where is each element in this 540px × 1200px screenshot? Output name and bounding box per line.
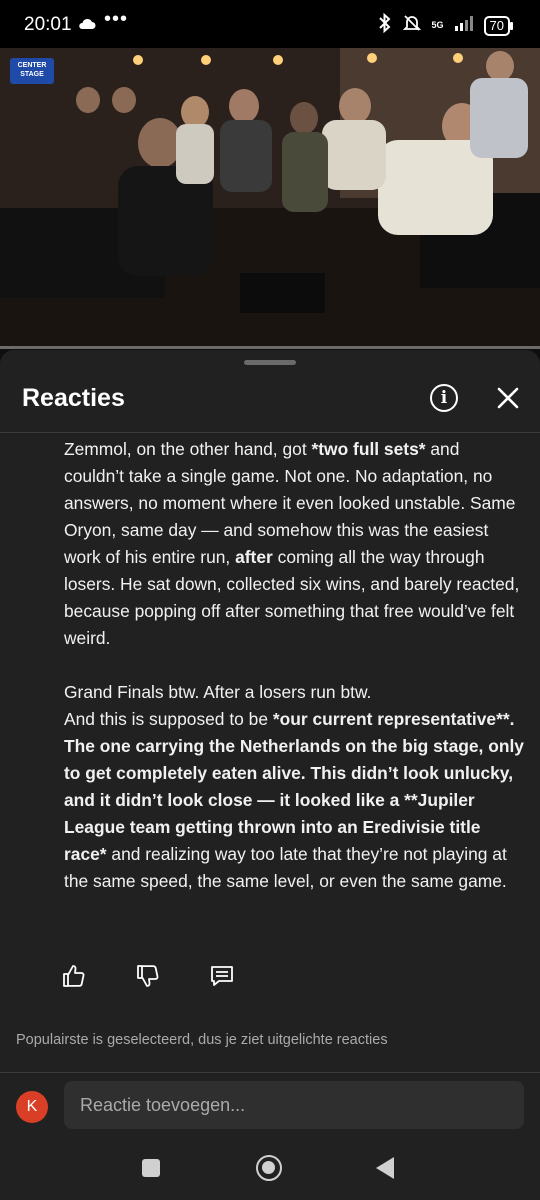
network-type: 5G (431, 20, 444, 30)
mute-icon (402, 13, 422, 38)
video-frame (0, 48, 540, 348)
system-nav-bar (0, 1138, 540, 1200)
footer-divider (0, 1072, 540, 1073)
video-progress-bar[interactable] (0, 346, 540, 349)
header-divider (0, 432, 540, 433)
comment-text: Zemmol, on the other hand, got *two full… (64, 436, 524, 895)
status-icons: 5G 70 (378, 12, 514, 38)
comment-actions (60, 962, 236, 990)
dislike-icon[interactable] (134, 962, 162, 990)
add-comment-input[interactable]: Reactie toevoegen... (64, 1081, 524, 1129)
back-button[interactable] (376, 1157, 394, 1179)
sheet-title: Reacties (22, 384, 125, 412)
comment-paragraph-2: Grand Finals btw. After a losers run btw… (64, 679, 524, 895)
sheet-header: Reacties i (0, 374, 540, 424)
cloud-icon (78, 17, 96, 35)
recents-button[interactable] (142, 1159, 160, 1177)
status-bar: 20:01 ••• 5G 70 (0, 0, 540, 48)
close-icon[interactable] (494, 384, 522, 412)
channel-logo: CENTER STAGE (10, 58, 54, 84)
status-time: 20:01 (24, 14, 72, 35)
avatar: K (16, 1091, 48, 1123)
reply-icon[interactable] (208, 962, 236, 990)
text-span: and realizing way too late that they’re … (64, 844, 507, 891)
video-player[interactable]: CENTER STAGE (0, 48, 540, 348)
signal-icon (454, 15, 474, 36)
bold-span: *two full sets* (311, 439, 426, 459)
home-button[interactable] (256, 1155, 282, 1181)
text-span: Zemmol, on the other hand, got (64, 439, 312, 459)
comment-paragraph-1: Zemmol, on the other hand, got *two full… (64, 436, 524, 652)
bold-span: *our current representative**. The one c… (64, 709, 524, 864)
bluetooth-icon (378, 12, 392, 38)
bold-span: after (235, 547, 273, 567)
battery-icon: 70 (483, 15, 514, 36)
like-icon[interactable] (60, 962, 88, 990)
sort-notice: Populairste is geselecteerd, dus je ziet… (16, 1032, 388, 1048)
drag-handle[interactable] (244, 360, 296, 365)
comments-sheet: Reacties i Zemmol, on the other hand, go… (0, 350, 540, 1200)
more-notifications-icon: ••• (104, 8, 129, 30)
text-span: Grand Finals btw. After a losers run btw… (64, 682, 372, 702)
info-icon[interactable]: i (430, 384, 458, 412)
text-span: And this is supposed to be (64, 709, 273, 729)
